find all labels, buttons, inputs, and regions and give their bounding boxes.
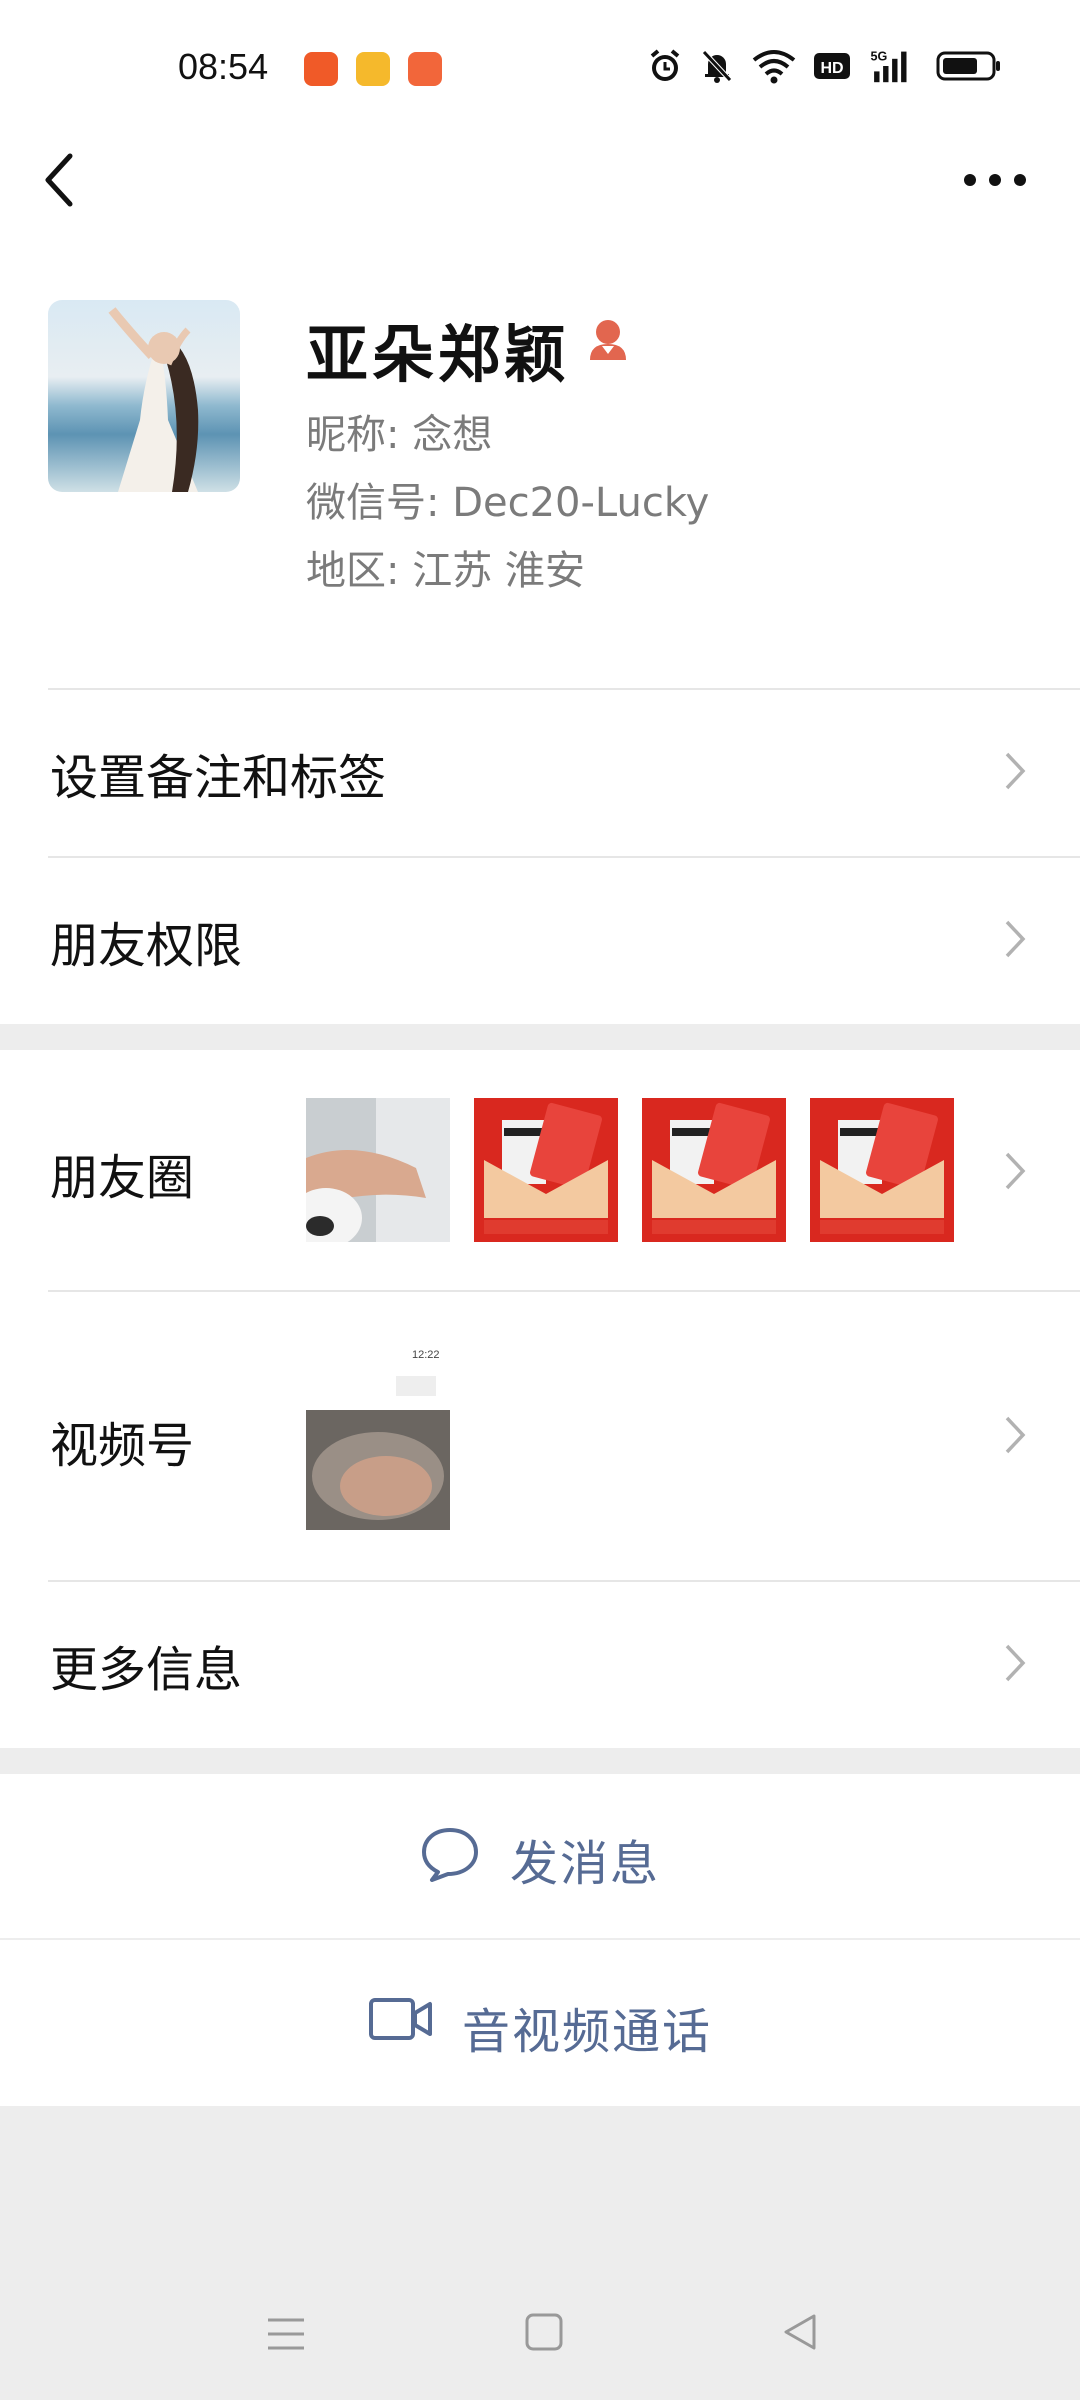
- moments-label: 朋友圈: [50, 1150, 195, 1206]
- divider: [48, 1580, 1080, 1582]
- wifi-icon: [752, 50, 796, 84]
- hd-icon: HD: [814, 53, 850, 79]
- avatar-figure: [108, 307, 199, 492]
- nickname-text: 昵称: 念想: [306, 412, 493, 458]
- chevron-right-icon: [1005, 920, 1026, 958]
- friend-permissions-label: 朋友权限: [50, 918, 243, 974]
- home-square-icon[interactable]: [524, 2312, 564, 2352]
- app-orange-book-icon: [408, 52, 442, 86]
- mute-bell-icon: [702, 50, 732, 83]
- back-triangle-icon[interactable]: [780, 2312, 820, 2352]
- avatar[interactable]: [48, 300, 240, 492]
- app-orange-icon: [304, 52, 338, 86]
- female-icon: [590, 320, 626, 360]
- status-indicators: HD 5G: [648, 48, 1002, 84]
- alarm-icon: [650, 49, 680, 81]
- signal-5g-icon: 5G: [871, 50, 907, 83]
- video-call-button[interactable]: 音视频通话: [0, 1940, 1080, 2106]
- network-text: 5G: [871, 50, 888, 64]
- send-message-button[interactable]: 发消息: [0, 1774, 1080, 1938]
- more-info-row[interactable]: 更多信息: [0, 1580, 1080, 1748]
- moments-thumb-photo: [306, 1098, 450, 1242]
- hd-text: HD: [820, 60, 843, 77]
- channels-row[interactable]: 视频号 12:22: [0, 1290, 1080, 1580]
- battery-icon: [936, 51, 1000, 81]
- app-yellow-book-icon: [356, 52, 390, 86]
- chevron-left-icon[interactable]: [40, 150, 80, 210]
- system-nav-bar: [0, 2280, 1080, 2400]
- moments-thumb-red-packet: [810, 1098, 954, 1242]
- profile-name: 亚朵郑颖: [306, 318, 571, 391]
- wechat-id-text: 微信号: Dec20-Lucky: [306, 480, 710, 526]
- divider: [48, 688, 1080, 690]
- moments-thumb-red-packet: [474, 1098, 618, 1242]
- status-bar: 08:54 HD 5G: [0, 0, 1080, 140]
- friend-permissions-row[interactable]: 朋友权限: [0, 856, 1080, 1024]
- chevron-right-icon: [1005, 1152, 1026, 1190]
- moments-row[interactable]: 朋友圈: [0, 1050, 1080, 1290]
- menu-lines-icon[interactable]: [266, 2314, 306, 2354]
- channels-label: 视频号: [50, 1418, 195, 1474]
- chat-bubble-icon: [422, 1828, 478, 1882]
- channels-thumb-time: 12:22: [412, 1349, 440, 1361]
- status-time: 08:54: [178, 46, 269, 87]
- divider: [48, 1290, 1080, 1292]
- moments-thumb-red-packet: [642, 1098, 786, 1242]
- remark-tags-row[interactable]: 设置备注和标签: [0, 688, 1080, 856]
- chevron-right-icon: [1005, 1644, 1026, 1682]
- divider: [48, 856, 1080, 858]
- top-bar: [0, 140, 1080, 260]
- chevron-right-icon: [1005, 1416, 1026, 1454]
- more-info-label: 更多信息: [50, 1642, 243, 1698]
- video-camera-icon: [369, 1998, 432, 2040]
- channels-thumb: 12:22: [306, 1336, 450, 1530]
- send-message-label: 发消息: [510, 1836, 661, 1892]
- chevron-right-icon: [1005, 752, 1026, 790]
- more-dots-icon[interactable]: [960, 160, 1030, 200]
- remark-tags-label: 设置备注和标签: [50, 750, 387, 806]
- video-call-label: 音视频通话: [462, 2004, 713, 2060]
- region-text: 地区: 江苏 淮安: [306, 548, 585, 594]
